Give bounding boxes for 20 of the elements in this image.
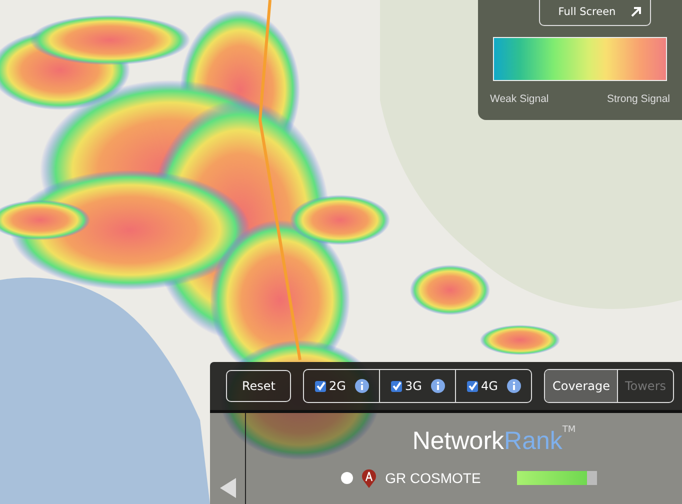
weak-signal-label: Weak Signal (490, 93, 549, 105)
brand-logo-text: NetworkRank (412, 427, 562, 456)
checkbox[interactable] (391, 380, 402, 392)
checkbox[interactable] (315, 380, 326, 392)
checkbox[interactable] (467, 380, 478, 392)
reset-button[interactable]: Reset (226, 370, 292, 402)
operator-name: GR COSMOTE (385, 470, 481, 486)
info-icon[interactable] (430, 379, 445, 393)
trademark-mark: TM (562, 425, 576, 435)
tower-pin-icon (361, 468, 378, 488)
info-icon[interactable] (354, 379, 369, 393)
info-icon[interactable] (506, 379, 521, 393)
expand-arrow-icon (630, 6, 642, 18)
left-arrow-icon[interactable] (220, 478, 236, 498)
strong-signal-label: Strong Signal (606, 93, 670, 105)
view-tab[interactable]: Coverage (545, 370, 617, 402)
full-screen-button[interactable]: Full Screen (539, 0, 651, 26)
network-label: 4G (481, 379, 498, 393)
network-label: 2G (329, 379, 346, 393)
network-label: 3G (405, 379, 422, 393)
